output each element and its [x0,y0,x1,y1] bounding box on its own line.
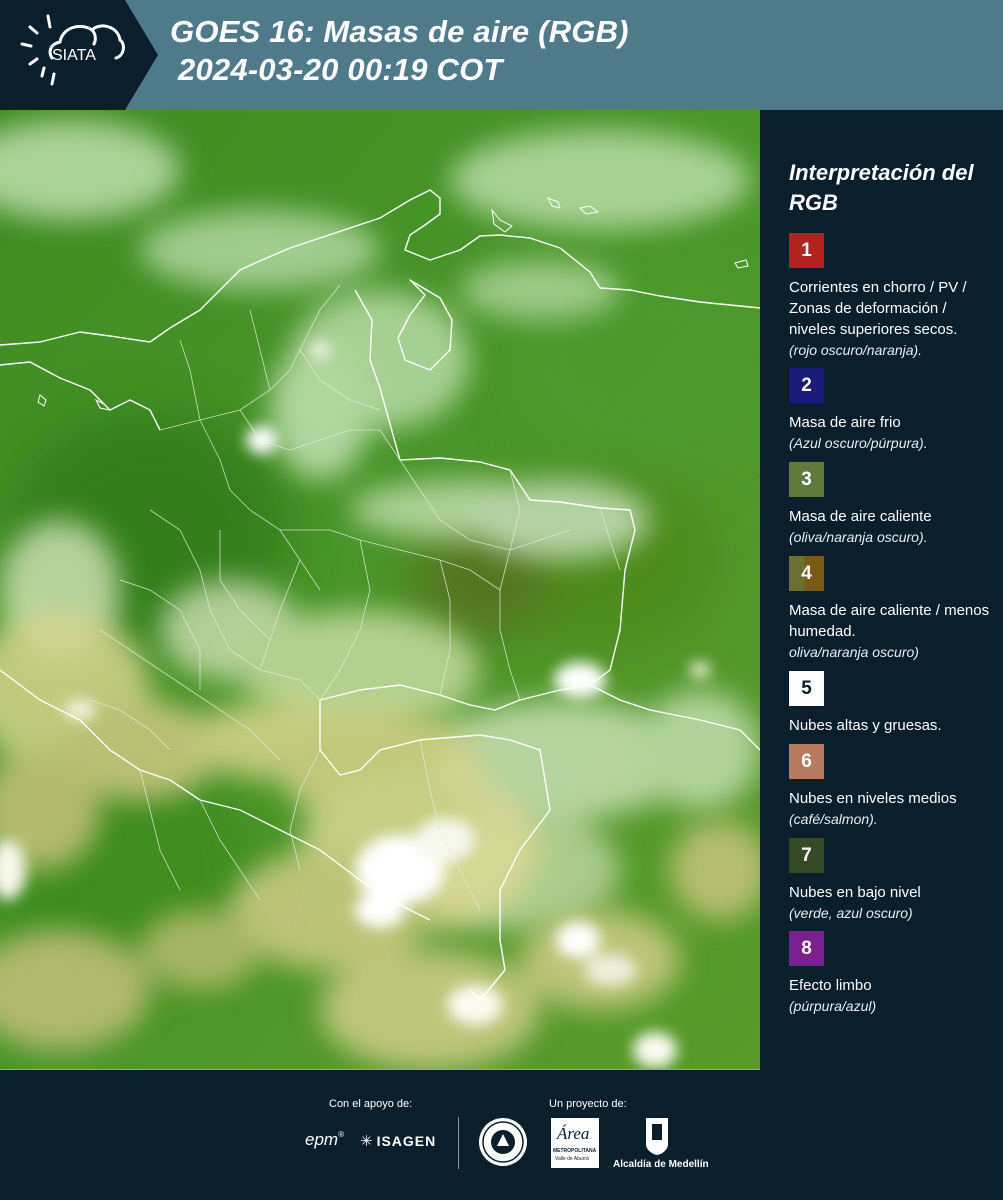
medellin-seal-logo [479,1118,527,1166]
legend-swatch-6: 6 [789,744,824,779]
legend-note: (Azul oscuro/púrpura). [789,435,928,451]
legend-note: (verde, azul oscuro) [789,905,913,921]
area-logo-text: Área [557,1124,590,1143]
legend-swatch-8: 8 [789,931,824,966]
isagen-logo-text: ISAGEN [376,1133,437,1149]
project-label: Un proyecto de: [549,1098,627,1110]
legend-description: Masa de aire caliente / menos humedad. [789,602,990,640]
legend-number: 5 [801,677,812,699]
header: SIATA GOES 16: Masas de aire (RGB) 2024-… [0,0,1003,110]
legend-item-5: 5 Nubes altas y gruesas. [789,671,994,736]
legend-description: Efecto limbo [789,977,872,994]
legend-item-2: 2 Masa de aire frio (Azul oscuro/púrpura… [789,368,994,453]
alcaldia-shield-icon [646,1118,668,1155]
footer-divider [458,1117,459,1169]
siata-logo-panel: SIATA [0,0,158,110]
legend-item-1: 1 Corrientes en chorro / PV / Zonas de d… [789,233,994,360]
legend-item-7: 7 Nubes en bajo nivel (verde, azul oscur… [789,838,994,923]
legend-description: Masa de aire caliente [789,508,932,525]
legend-item-8: 8 Efecto limbo (púrpura/azul) [789,931,994,1016]
legend-description: Masa de aire frio [789,414,901,431]
legend-note: oliva/naranja oscuro) [789,644,919,660]
legend-swatch-2: 2 [789,368,824,403]
legend-swatch-7: 7 [789,838,824,873]
area-metropolitana-logo: Área METROPOLITANA Valle de Aburrá [551,1118,599,1168]
alcaldia-logo-text: Alcaldía de Medellín [613,1159,709,1170]
legend-swatch-1: 1 [789,233,824,268]
legend-note: (rojo oscuro/naranja). [789,342,923,358]
legend-number: 8 [801,937,812,959]
page-timestamp: 2024-03-20 00:19 COT [178,52,503,87]
legend-description: Corrientes en chorro / PV / Zonas de def… [789,279,967,338]
legend-description: Nubes altas y gruesas. [789,717,942,734]
legend-note: (café/salmon). [789,811,878,827]
legend-note: (púrpura/azul) [789,998,877,1014]
legend-description: Nubes en bajo nivel [789,884,921,901]
satellite-image [0,110,760,1070]
legend-number: 1 [801,239,812,261]
legend-title: Interpretación del RGB [789,160,974,215]
satellite-map [0,110,760,1070]
epm-logo-text: epm [305,1130,339,1149]
legend-note: (oliva/naranja oscuro). [789,529,928,545]
epm-logo: epm® [305,1130,344,1149]
legend-number: 4 [801,562,812,584]
siata-logo-text: SIATA [52,47,96,64]
legend-number: 6 [801,750,812,772]
legend-number: 2 [801,374,812,396]
support-label: Con el apoyo de: [329,1098,413,1110]
legend-swatch-5: 5 [789,671,824,706]
area-logo-sub2: Valle de Aburrá [555,1156,589,1162]
legend-description: Nubes en niveles medios [789,790,957,807]
isagen-mark-icon: ✳ [360,1133,374,1150]
legend-number: 7 [801,844,812,866]
siata-logo: SIATA [0,0,158,110]
legend-swatch-4: 4 [789,556,824,591]
legend-item-6: 6 Nubes en niveles medios (café/salmon). [789,744,994,829]
legend-number: 3 [801,468,812,490]
legend-item-3: 3 Masa de aire caliente (oliva/naranja o… [789,462,994,547]
footer: Con el apoyo de: Un proyecto de: epm® ✳ I… [0,1070,1003,1200]
page-title: GOES 16: Masas de aire (RGB) [170,14,629,49]
legend-panel: Interpretación del RGB 1 Corrientes en c… [760,110,1003,1070]
area-logo-sub: METROPOLITANA [553,1148,597,1154]
legend-swatch-3: 3 [789,462,824,497]
isagen-logo: ✳ ISAGEN [360,1132,436,1150]
legend-item-4: 4 Masa de aire caliente / menos humedad.… [789,556,994,662]
